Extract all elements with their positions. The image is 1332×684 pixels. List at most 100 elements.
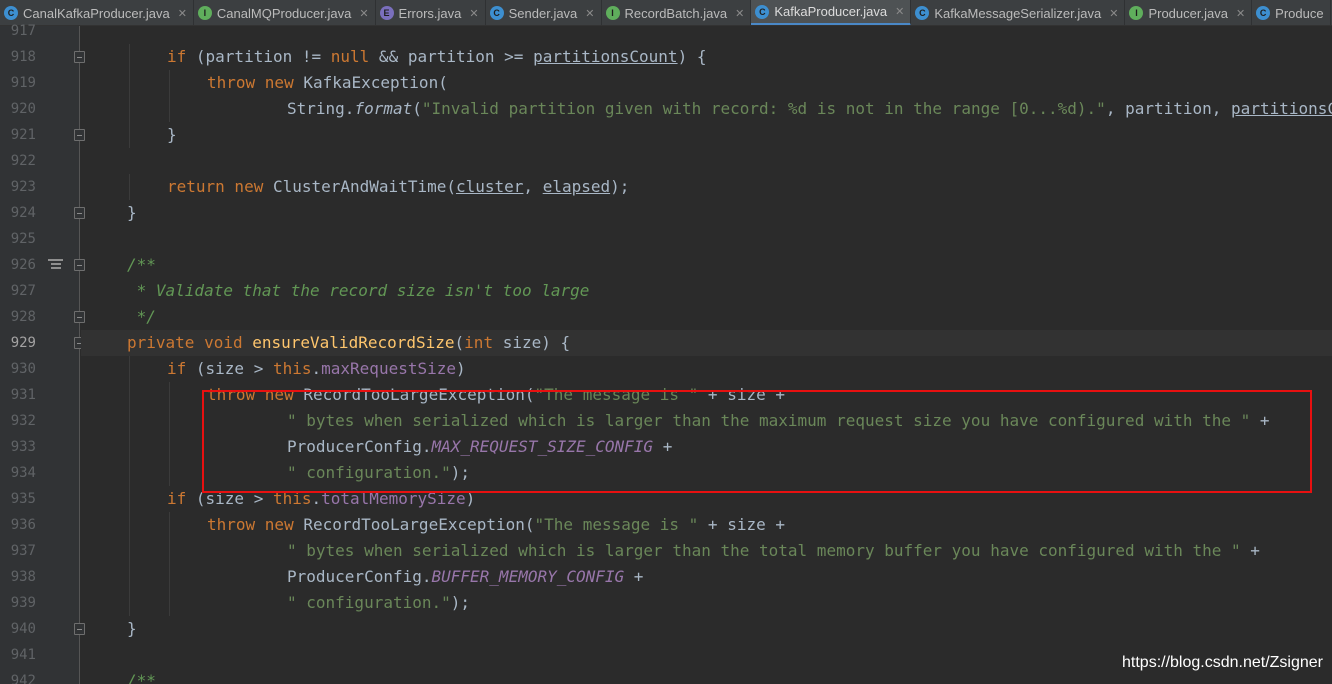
code-token: null [330,47,370,66]
code-token: "Invalid partition given with record: %d… [421,99,1106,118]
code-line[interactable]: throw new RecordTooLargeException("The m… [81,512,1332,538]
gutter-row: 924 [0,200,85,226]
code-token: + size + [698,515,785,534]
code-token: + [653,437,673,456]
gutter-row: 918 [0,44,85,70]
code-line[interactable]: /** [81,252,1332,278]
code-line[interactable]: " configuration."); [81,590,1332,616]
code-token: String. [287,99,355,118]
code-line[interactable]: if (size > this.maxRequestSize) [81,356,1332,382]
gutter-row: 921 [0,122,85,148]
close-tab-icon[interactable]: ✕ [359,7,368,20]
tab-label: KafkaProducer.java [774,4,888,19]
code-token: + [1240,541,1260,560]
code-line[interactable]: private void ensureValidRecordSize(int s… [81,330,1332,356]
close-tab-icon[interactable]: ✕ [1236,7,1245,20]
code-editor[interactable]: if (partition != null && partition >= pa… [81,26,1332,684]
code-line[interactable] [81,148,1332,174]
tab-label: Errors.java [398,5,462,21]
code-token: (partition != [186,47,331,66]
gutter-row: 939 [0,590,80,616]
code-token: this [272,359,312,378]
code-line[interactable] [81,226,1332,252]
code-token: if [167,47,187,66]
code-line[interactable]: throw new KafkaException( [81,70,1332,96]
tab-recordbatch[interactable]: I RecordBatch.java ✕ [602,0,752,25]
gutter-row: 928 [0,304,85,330]
code-token: ); [610,177,630,196]
tab-producer[interactable]: I Producer.java ✕ [1125,0,1253,25]
render-doc-icon[interactable] [48,259,63,271]
line-number: 920 [10,101,36,117]
code-line[interactable]: return new ClusterAndWaitTime(cluster, e… [81,174,1332,200]
gutter-row: 934 [0,460,80,486]
tab-errors[interactable]: E Errors.java ✕ [376,0,486,25]
enum-file-icon: E [379,6,394,20]
code-line[interactable]: String.format("Invalid partition given w… [81,96,1332,122]
gutter-row: 932 [0,408,80,434]
close-tab-icon[interactable]: ✕ [178,7,187,20]
code-token: return new [167,177,264,196]
line-number: 932 [10,413,36,429]
code-token: MAX_REQUEST_SIZE_CONFIG [431,437,654,456]
code-token: + [624,567,644,586]
close-tab-icon[interactable]: ✕ [469,7,478,20]
gutter-row: 930 [0,356,80,382]
code-token: ); [450,593,471,612]
code-line[interactable]: throw new RecordTooLargeException("The m… [81,382,1332,408]
line-number: 923 [10,179,36,195]
close-tab-icon[interactable]: ✕ [585,7,594,20]
close-tab-icon[interactable]: ✕ [895,5,904,18]
tab-label: Producer.java [1148,5,1228,21]
code-line[interactable]: */ [81,304,1332,330]
line-number: 917 [10,23,36,39]
code-line[interactable]: ProducerConfig.BUFFER_MEMORY_CONFIG + [81,564,1332,590]
code-token: ensureValidRecordSize [252,333,455,352]
code-line[interactable]: ProducerConfig.MAX_REQUEST_SIZE_CONFIG + [81,434,1332,460]
code-line[interactable]: " bytes when serialized which is larger … [81,408,1332,434]
code-token: throw new [207,73,294,92]
code-line[interactable]: " configuration."); [81,460,1332,486]
code-token: ) [465,489,476,508]
code-line[interactable]: * Validate that the record size isn't to… [81,278,1332,304]
class-file-icon: C [915,6,930,20]
code-token: if [167,489,187,508]
code-token: . [311,489,322,508]
code-line[interactable]: } [81,200,1332,226]
code-token: elapsed [542,177,611,196]
code-token: + [1250,411,1270,430]
line-number: 921 [10,127,36,143]
tab-label: CanalMQProducer.java [216,5,352,21]
code-line[interactable] [81,26,1332,44]
gutter-row: 942 [0,668,80,684]
line-number: 927 [10,283,36,299]
code-line[interactable]: } [81,122,1332,148]
tab-kafkamessageserializer[interactable]: C KafkaMessageSerializer.java ✕ [911,0,1126,25]
code-token: throw new [207,385,294,404]
close-tab-icon[interactable]: ✕ [735,7,744,20]
tab-produce[interactable]: C Produce [1252,0,1331,25]
code-token: */ [127,307,156,326]
code-token: this [272,489,312,508]
gutter-row: 933 [0,434,80,460]
code-token: throw new [207,515,294,534]
code-line[interactable]: } [81,616,1332,642]
code-token: private void [127,333,243,352]
gutter-row: 937 [0,538,80,564]
code-token: ) { [677,47,707,66]
code-line[interactable]: " bytes when serialized which is larger … [81,538,1332,564]
line-number: 930 [10,361,36,377]
tab-label: Produce [1275,5,1324,21]
tab-kafkaproducer[interactable]: C KafkaProducer.java ✕ [751,0,912,25]
code-token: . [311,359,322,378]
code-line[interactable]: if (partition != null && partition >= pa… [81,44,1332,70]
tab-canalmqproducer[interactable]: I CanalMQProducer.java ✕ [194,0,376,25]
line-number: 933 [10,439,36,455]
code-token: BUFFER_MEMORY_CONFIG [431,567,625,586]
code-line[interactable]: if (size > this.totalMemorySize) [81,486,1332,512]
tab-label: KafkaMessageSerializer.java [934,5,1102,21]
gutter-row: 929 [0,330,85,356]
tab-sender[interactable]: C Sender.java ✕ [486,0,602,25]
code-token: /** [127,255,156,274]
close-tab-icon[interactable]: ✕ [1109,7,1118,20]
